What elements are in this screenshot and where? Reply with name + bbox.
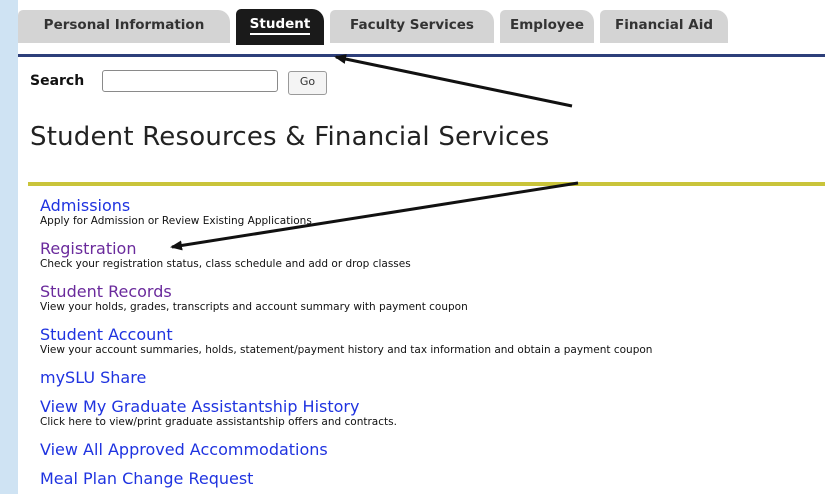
main-panel: Personal Information Student Faculty Ser…	[18, 0, 825, 494]
tab-personal-information[interactable]: Personal Information	[18, 10, 230, 43]
tab-underline	[18, 54, 825, 57]
graduate-assistantship-link[interactable]: View My Graduate Assistantship History	[40, 398, 397, 416]
tab-faculty-services[interactable]: Faculty Services	[330, 10, 494, 43]
registration-description: Check your registration status, class sc…	[40, 258, 411, 270]
registration-link[interactable]: Registration	[40, 240, 411, 258]
search-label: Search	[30, 73, 85, 89]
list-item-student-records: Student Records View your holds, grades,…	[40, 283, 468, 314]
tab-bar: Personal Information Student Faculty Ser…	[18, 9, 825, 57]
tab-employee[interactable]: Employee	[500, 10, 594, 43]
search-input[interactable]	[102, 70, 278, 92]
meal-plan-link[interactable]: Meal Plan Change Request	[40, 470, 253, 488]
list-item-student-account: Student Account View your account summar…	[40, 326, 653, 357]
list-item-graduate-assistantship: View My Graduate Assistantship History C…	[40, 398, 397, 429]
list-item-myslu-share: mySLU Share	[40, 369, 146, 387]
student-account-link[interactable]: Student Account	[40, 326, 652, 344]
student-records-link[interactable]: Student Records	[40, 283, 468, 301]
approved-accommodations-link[interactable]: View All Approved Accommodations	[40, 441, 328, 459]
graduate-assistantship-description: Click here to view/print graduate assist…	[40, 416, 397, 428]
tab-student[interactable]: Student	[236, 9, 324, 45]
list-item-registration: Registration Check your registration sta…	[40, 240, 411, 271]
list-item-approved-accommodations: View All Approved Accommodations	[40, 441, 328, 459]
admissions-link[interactable]: Admissions	[40, 197, 312, 215]
myslu-share-link[interactable]: mySLU Share	[40, 369, 146, 387]
student-account-description: View your account summaries, holds, stat…	[40, 344, 653, 356]
tab-financial-aid[interactable]: Financial Aid	[600, 10, 728, 43]
list-item-admissions: Admissions Apply for Admission or Review…	[40, 197, 312, 228]
list-item-meal-plan: Meal Plan Change Request	[40, 470, 253, 488]
admissions-description: Apply for Admission or Review Existing A…	[40, 215, 312, 227]
tab-student-label: Student	[249, 15, 311, 35]
section-divider	[28, 182, 825, 186]
page-title: Student Resources & Financial Services	[30, 122, 550, 152]
student-records-description: View your holds, grades, transcripts and…	[40, 301, 468, 313]
go-button[interactable]: Go	[288, 71, 327, 95]
